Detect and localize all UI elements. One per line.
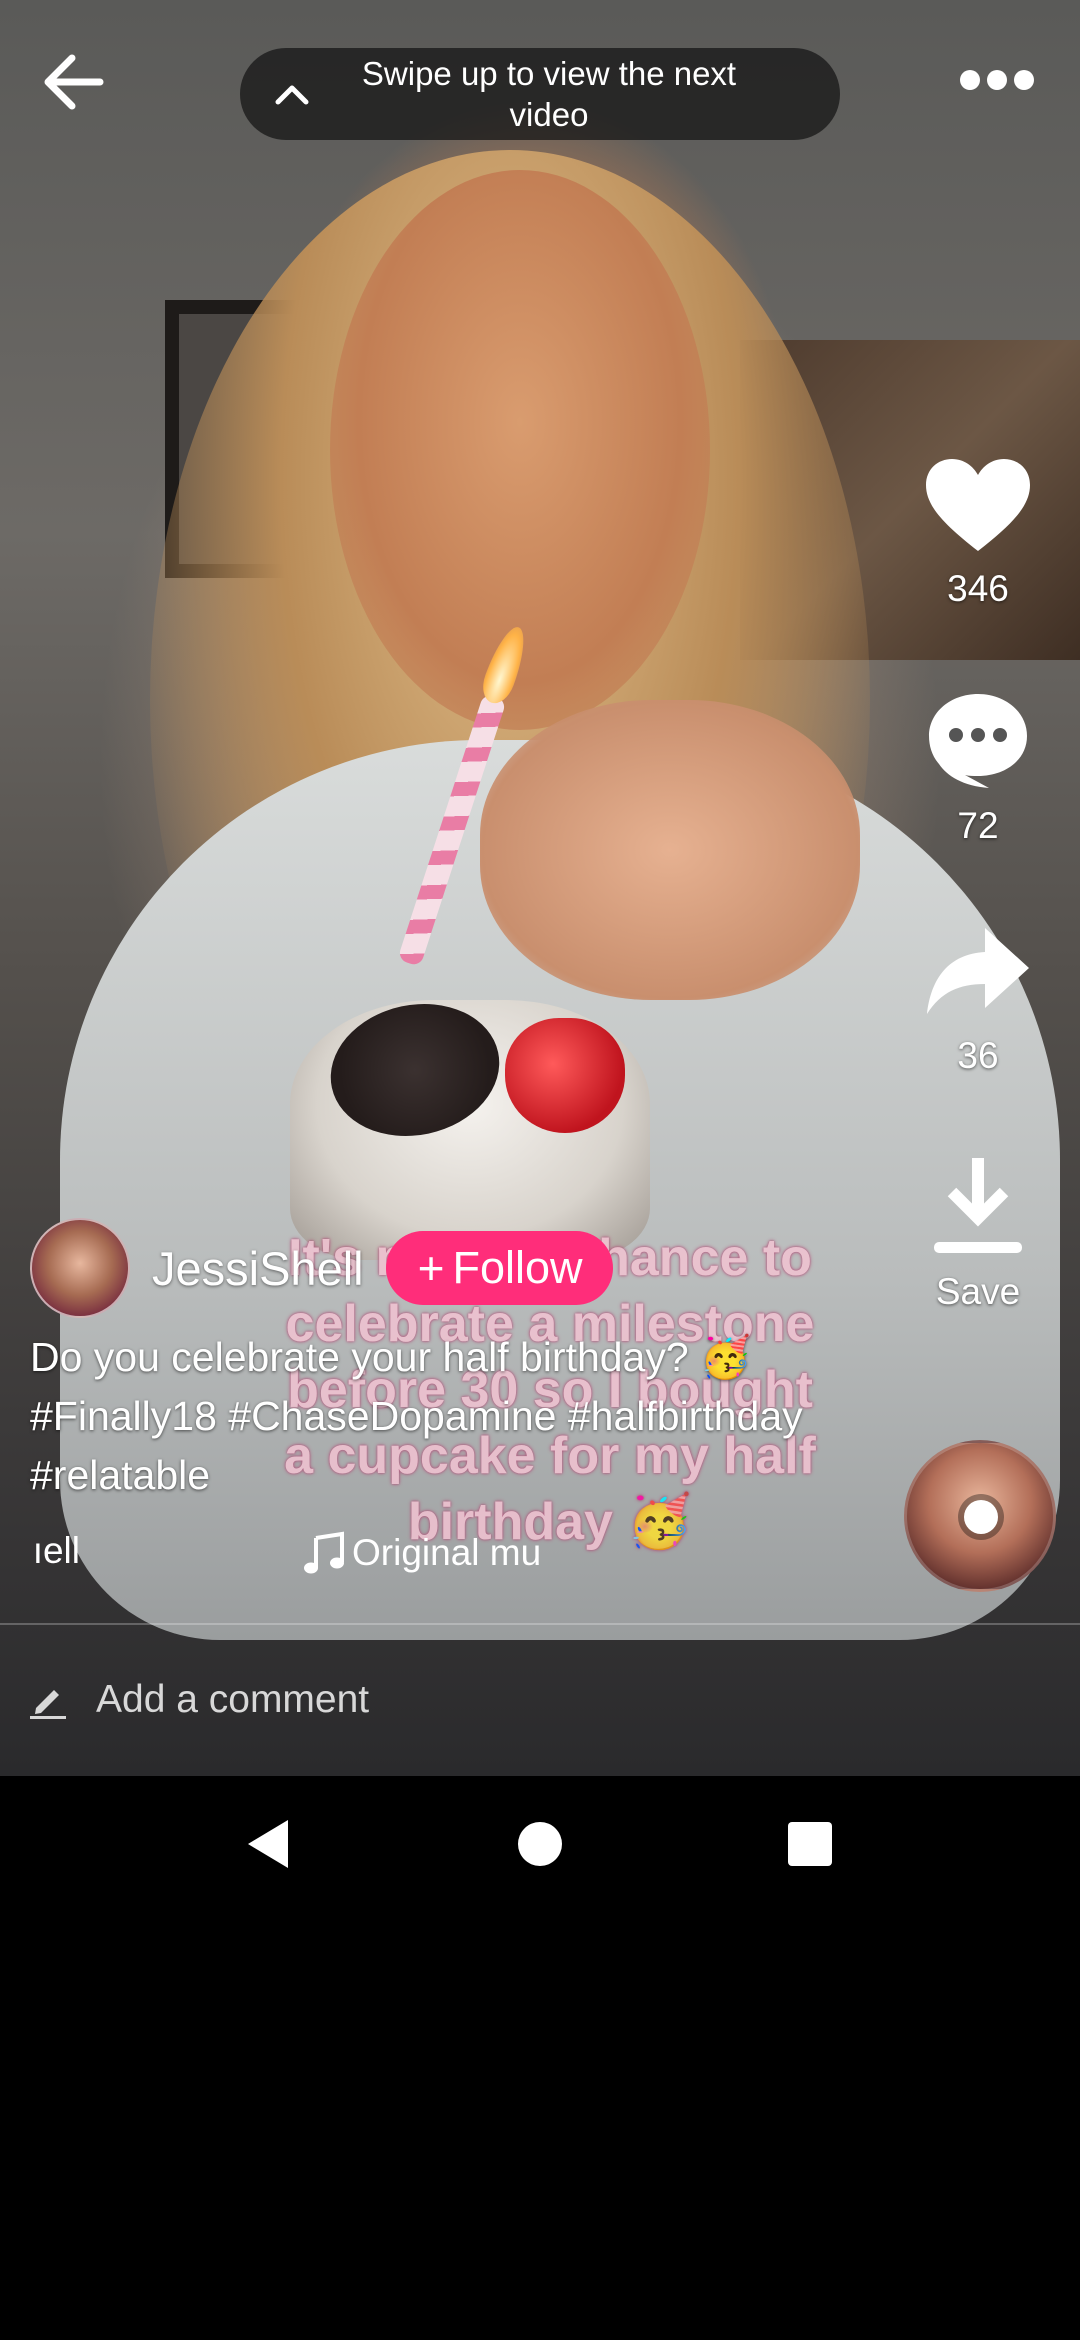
chevron-up-icon	[275, 85, 309, 105]
swipe-up-hint[interactable]: Swipe up to view the next video	[240, 48, 840, 140]
like-count: 346	[947, 568, 1009, 609]
share-arrow-icon	[927, 928, 1029, 1014]
hand-shape	[480, 700, 860, 1000]
save-label: Save	[935, 1271, 1021, 1312]
music-title-text: Original mu	[352, 1532, 542, 1573]
strawberry-shape	[505, 1018, 625, 1133]
video-description[interactable]: Do you celebrate your half birthday? 🥳 #…	[30, 1328, 850, 1505]
dot	[1014, 70, 1034, 90]
disc-center	[964, 1500, 998, 1534]
author-name[interactable]: JessiShell	[152, 1241, 364, 1296]
pencil-icon	[30, 1690, 66, 1719]
system-nav-bar	[0, 1776, 1080, 1916]
author-row: JessiShell + Follow	[30, 1218, 613, 1318]
back-button[interactable]	[40, 48, 108, 116]
music-info[interactable]: ıell Original mu	[0, 1530, 880, 1580]
music-author-text: ıell	[32, 1530, 80, 1571]
music-note-icon	[304, 1531, 344, 1574]
avatar[interactable]	[30, 1218, 130, 1318]
music-disc[interactable]	[904, 1440, 1056, 1592]
comment-count: 72	[957, 805, 999, 846]
follow-button[interactable]: + Follow	[385, 1231, 613, 1305]
divider	[0, 1623, 1080, 1625]
share-button[interactable]: 36	[900, 922, 1056, 1077]
download-icon	[934, 1158, 1022, 1253]
comment-input[interactable]: Add a comment	[28, 1670, 369, 1730]
swipe-hint-text: Swipe up to view the next video	[361, 55, 737, 133]
nav-back-icon[interactable]	[240, 1814, 300, 1874]
share-count: 36	[957, 1035, 999, 1076]
like-button[interactable]: 346	[900, 455, 1056, 610]
dot	[987, 70, 1007, 90]
more-options-icon[interactable]	[960, 65, 1034, 95]
comment-button[interactable]: 72	[900, 688, 1056, 847]
plus-icon: +	[417, 1242, 445, 1294]
comment-placeholder: Add a comment	[96, 1678, 370, 1721]
nav-recents-icon[interactable]	[780, 1814, 840, 1874]
dot	[960, 70, 980, 90]
follow-label: Follow	[452, 1242, 583, 1293]
save-button[interactable]: Save	[900, 1152, 1056, 1313]
arrow-left-icon	[44, 54, 104, 110]
heart-icon	[926, 459, 1030, 551]
comment-bubble-icon	[929, 694, 1027, 788]
music-title: Original mu	[302, 1530, 541, 1576]
nav-home-icon[interactable]	[510, 1814, 570, 1874]
